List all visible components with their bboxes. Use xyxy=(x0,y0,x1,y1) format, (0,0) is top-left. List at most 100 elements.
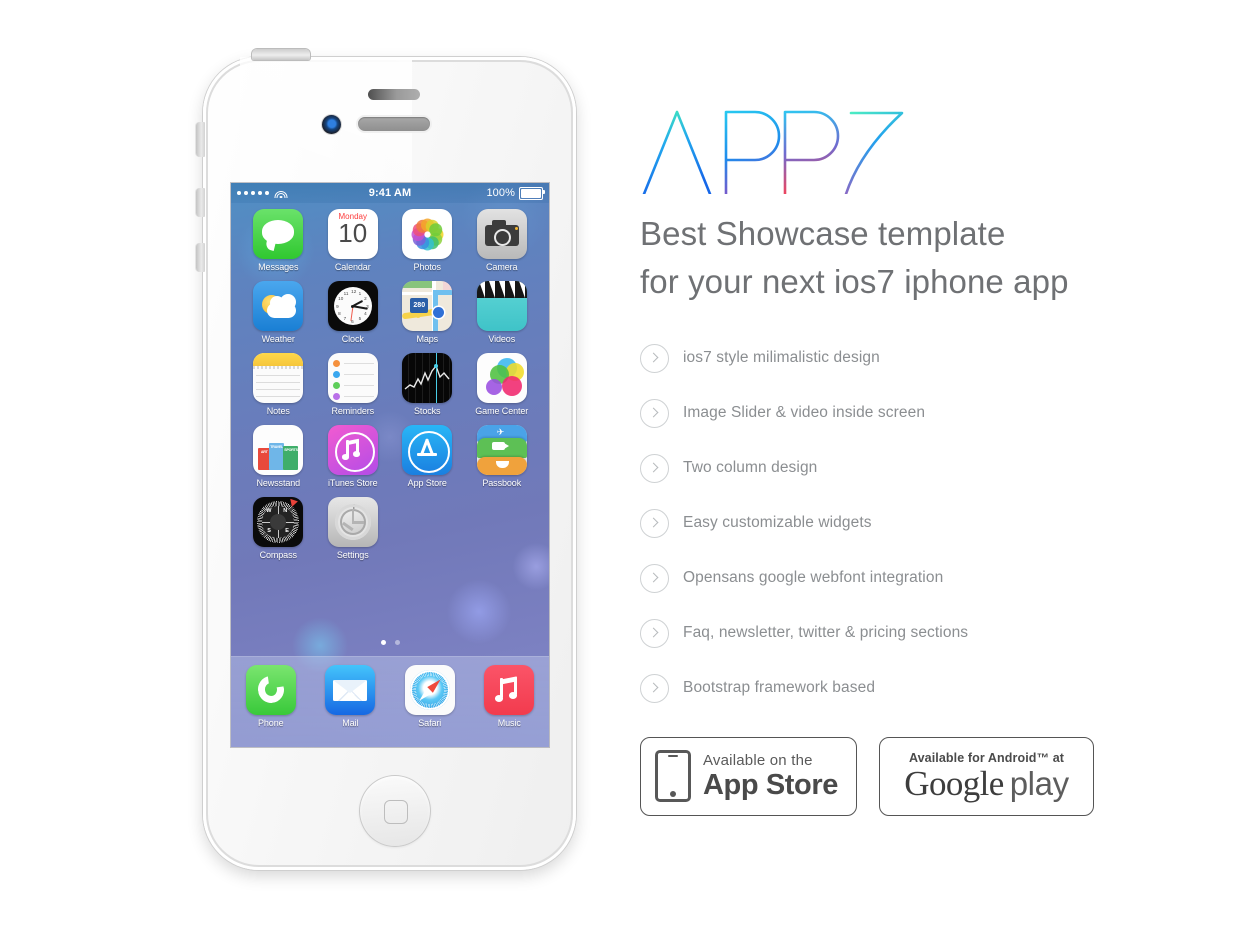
newsstand-cover-title: TRAVEL xyxy=(270,444,284,449)
app-icon-newsstand[interactable]: News ART TRAVEL SPORTS Newsstand xyxy=(247,425,309,488)
stocks-gridline xyxy=(429,353,431,403)
power-button[interactable] xyxy=(252,49,310,60)
app-label: Messages xyxy=(258,262,299,272)
list-item[interactable]: Bootstrap framework based xyxy=(640,673,1200,703)
app-icon-reminders[interactable]: Reminders xyxy=(322,353,384,416)
safari-icon xyxy=(404,665,455,715)
list-item[interactable]: Faq, newsletter, twitter & pricing secti… xyxy=(640,618,1200,648)
app-label: Phone xyxy=(257,718,284,728)
front-camera-icon xyxy=(322,115,341,134)
clock-numeral: 8 xyxy=(338,311,341,316)
clock-numeral: 11 xyxy=(343,290,349,296)
list-item[interactable]: ios7 style milimalistic design xyxy=(640,343,1200,373)
stocks-gridline xyxy=(443,353,445,403)
phone-icon xyxy=(245,665,296,715)
app-label: Camera xyxy=(486,262,518,272)
mail-icon xyxy=(325,665,376,715)
page-root: 9:41 AM 100% Messages Monday 10 Calendar xyxy=(0,0,1260,927)
status-bar-time: 9:41 AM xyxy=(368,187,412,199)
app-icon-clock[interactable]: 12 1 2 3 4 5 6 7 8 9 10 11 Clock xyxy=(322,281,384,344)
app-icon-itunes-store[interactable]: iTunes Store xyxy=(322,425,384,488)
google-play-badge-word: play xyxy=(1009,765,1069,803)
clock-numeral: 6 xyxy=(351,318,354,324)
newsstand-icon: News ART TRAVEL SPORTS xyxy=(253,425,304,475)
list-item[interactable]: Easy customizable widgets xyxy=(640,508,1200,538)
list-item[interactable]: Two column design xyxy=(640,453,1200,483)
app-icon-app-store[interactable]: App Store xyxy=(396,425,458,488)
newsstand-cover-title: ART xyxy=(260,449,268,454)
signal-strength-icon xyxy=(231,189,327,198)
google-play-badge-subtitle: Available for Android™ at xyxy=(908,751,1065,766)
music-icon xyxy=(484,665,535,715)
app-icon-passbook[interactable]: ✈ Passbook xyxy=(471,425,533,488)
feature-label: Bootstrap framework based xyxy=(683,679,876,697)
dock-icon-music[interactable]: Music xyxy=(478,665,540,728)
calendar-icon: Monday 10 xyxy=(327,209,378,259)
google-play-badge-brand: Google xyxy=(904,764,1004,804)
app-store-icon xyxy=(402,425,453,475)
app-label: Clock xyxy=(341,334,364,344)
mute-switch[interactable] xyxy=(196,122,205,157)
page-indicator[interactable] xyxy=(231,640,549,645)
app-label: Videos xyxy=(488,334,516,344)
dock-icon-mail[interactable]: Mail xyxy=(319,665,381,728)
list-item[interactable]: Opensans google webfont integration xyxy=(640,563,1200,593)
home-button[interactable] xyxy=(359,775,431,847)
app-icon-photos[interactable]: Photos xyxy=(396,209,458,272)
dock-icon-phone[interactable]: Phone xyxy=(240,665,302,728)
battery-percent: 100% xyxy=(486,187,515,199)
app-icon-game-center[interactable]: Game Center xyxy=(471,353,533,416)
stocks-icon xyxy=(402,353,453,403)
app-icon-camera[interactable]: Camera xyxy=(471,209,533,272)
app-icon-compass[interactable]: N E S W Compass xyxy=(247,497,309,560)
compass-mark-e: E xyxy=(285,528,289,534)
volume-up-button[interactable] xyxy=(196,188,205,217)
chevron-right-icon xyxy=(640,398,669,428)
list-item[interactable]: Image Slider & video inside screen xyxy=(640,398,1200,428)
page-dot-active[interactable] xyxy=(380,640,386,645)
wifi-icon xyxy=(274,189,287,198)
app-label: Mail xyxy=(342,718,359,728)
clock-numeral: 12 xyxy=(351,288,357,294)
app-label: iTunes Store xyxy=(328,478,378,488)
calendar-date: 10 xyxy=(338,218,368,248)
chevron-right-icon xyxy=(640,673,669,703)
app-label: App Store xyxy=(407,478,447,488)
app-icon-messages[interactable]: Messages xyxy=(247,209,309,272)
app-icon-notes[interactable]: Notes xyxy=(247,353,309,416)
app-label: Calendar xyxy=(334,262,371,272)
clock-numeral: 2 xyxy=(364,296,367,301)
earpiece-speaker xyxy=(358,117,430,131)
app-store-badge[interactable]: Available on the App Store xyxy=(640,736,857,816)
chevron-right-icon xyxy=(640,343,669,373)
itunes-store-icon xyxy=(327,425,378,475)
app-label: Compass xyxy=(259,550,297,560)
passbook-icon: ✈ xyxy=(476,425,527,475)
stocks-gridline xyxy=(422,353,424,403)
app-icon-maps[interactable]: 280 Maps xyxy=(396,281,458,344)
app-icon-settings[interactable]: Settings xyxy=(322,497,384,560)
app-label: Passbook xyxy=(482,478,522,488)
app-label: Photos xyxy=(413,262,442,272)
app-icon-weather[interactable]: Weather xyxy=(247,281,309,344)
app-icon-calendar[interactable]: Monday 10 Calendar xyxy=(322,209,384,272)
clock-numeral: 9 xyxy=(336,303,339,309)
game-center-icon xyxy=(476,353,527,403)
iphone-glyph-icon xyxy=(655,750,691,803)
dock-icon-safari[interactable]: Safari xyxy=(399,665,461,728)
clock-icon: 12 1 2 3 4 5 6 7 8 9 10 11 xyxy=(327,281,378,331)
camera-icon xyxy=(476,209,527,259)
app-icon-stocks[interactable]: Stocks xyxy=(396,353,458,416)
stocks-chart-icon xyxy=(404,364,450,390)
headline-line-1: Best Showcase template xyxy=(640,215,1006,252)
page-dot[interactable] xyxy=(394,640,400,645)
app-label: Notes xyxy=(266,406,290,416)
app7-logo-svg xyxy=(642,110,904,194)
clock-numeral: 4 xyxy=(364,311,367,316)
feature-label: Image Slider & video inside screen xyxy=(683,404,926,422)
app-icon-videos[interactable]: Videos xyxy=(471,281,533,344)
volume-down-button[interactable] xyxy=(196,243,205,272)
chevron-right-icon xyxy=(640,508,669,538)
google-play-badge[interactable]: Available for Android™ at Google play xyxy=(879,736,1094,816)
app-label: Reminders xyxy=(331,406,375,416)
